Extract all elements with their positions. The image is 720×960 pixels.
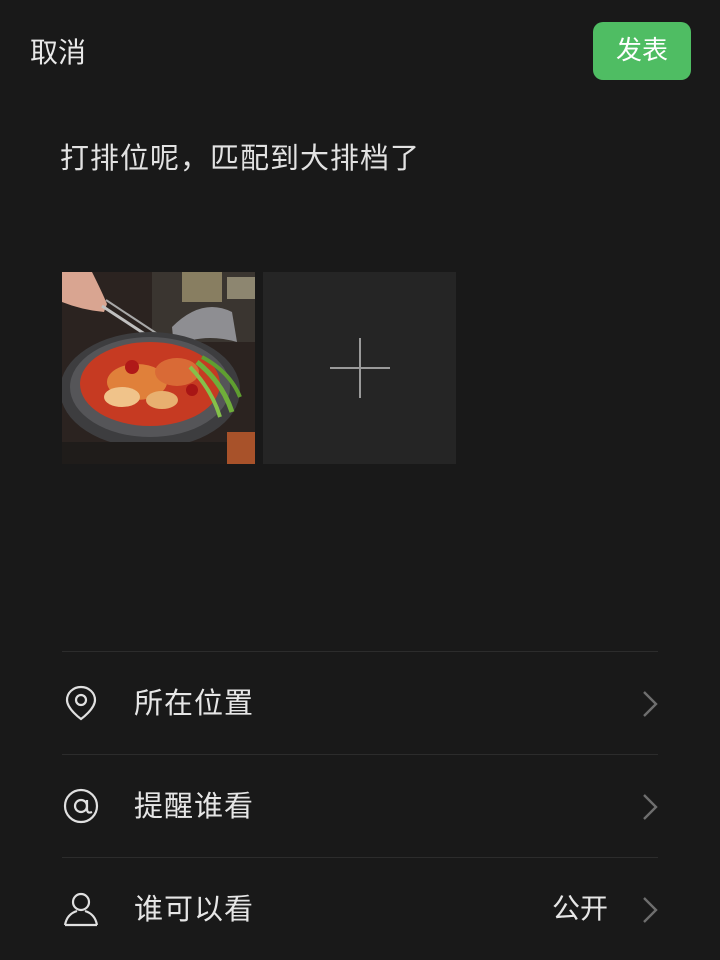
cancel-button[interactable]: 取消 <box>30 34 86 72</box>
person-icon <box>63 892 99 927</box>
at-icon <box>63 788 99 824</box>
food-photo-icon <box>62 272 255 464</box>
option-mention[interactable]: 提醒谁看 <box>62 755 658 857</box>
visibility-value: 公开 <box>551 892 608 925</box>
post-text-input[interactable]: 打排位呢，匹配到大排档了 <box>60 138 420 178</box>
option-location[interactable]: 所在位置 <box>62 652 658 754</box>
publish-button[interactable]: 发表 <box>593 22 691 80</box>
option-label: 提醒谁看 <box>134 789 255 823</box>
option-visibility[interactable]: 谁可以看 公开 <box>62 858 658 960</box>
moments-compose-screen: 取消 发表 打排位呢，匹配到大排档了 所在位置 提醒谁看 谁可以看 公开 <box>0 0 720 960</box>
attached-photo[interactable] <box>62 272 255 464</box>
option-label: 所在位置 <box>134 686 255 720</box>
chevron-right-icon <box>643 897 658 923</box>
chevron-right-icon <box>643 794 658 820</box>
option-label: 谁可以看 <box>134 892 255 926</box>
chevron-right-icon <box>643 691 658 717</box>
location-pin-icon <box>65 685 97 721</box>
add-photo-button[interactable] <box>263 272 456 464</box>
